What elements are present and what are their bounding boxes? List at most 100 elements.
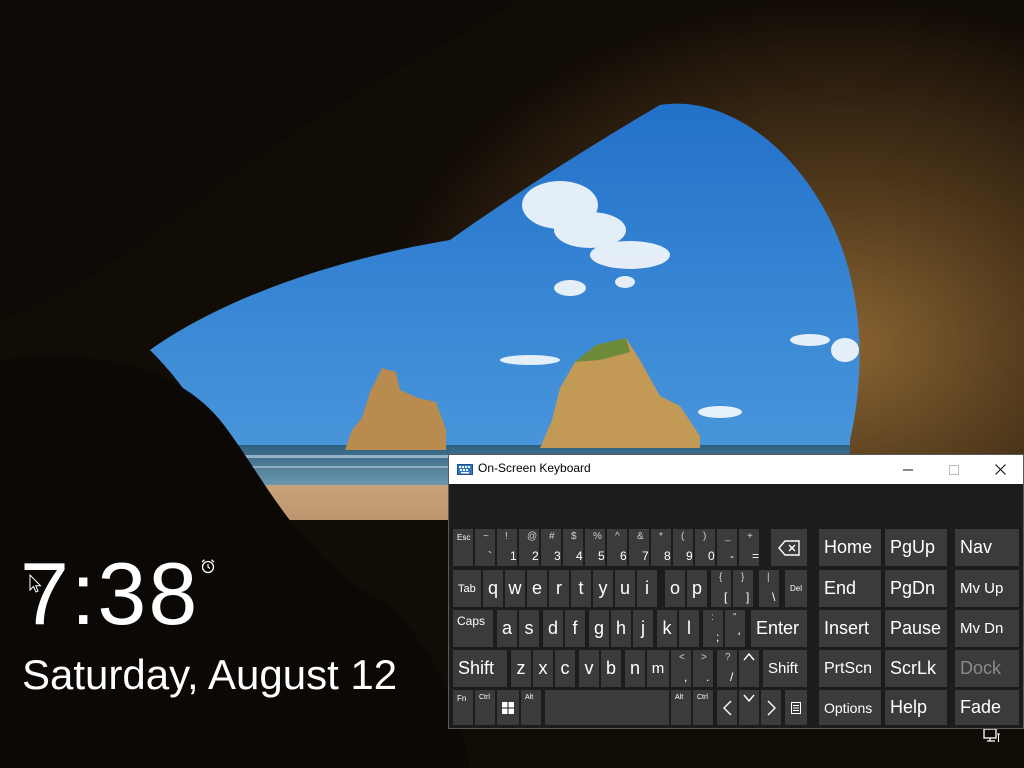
move-down-button[interactable]: Mv Dn [955,610,1019,647]
key-label: 0 [708,549,715,563]
key-e[interactable]: e [527,570,547,607]
key-9[interactable]: (9 [673,529,693,566]
key-right-bracket[interactable]: }] [733,570,753,607]
chevron-up-icon [743,653,755,661]
key-space[interactable] [545,690,669,725]
key-n[interactable]: n [625,650,645,687]
key-i[interactable]: i [637,570,657,607]
key-windows[interactable] [497,690,519,725]
key-home[interactable]: Home [819,529,881,566]
key-minus[interactable]: _ - [717,529,737,566]
key-label: 7 [642,549,649,563]
key-backslash[interactable]: | \ [759,570,779,607]
key-esc[interactable]: Esc [453,529,473,566]
key-pgup[interactable]: PgUp [885,529,947,566]
help-button[interactable]: Help [885,690,947,725]
nav-button[interactable]: Nav [955,529,1019,566]
key-shift-label: $ [571,531,577,542]
key-v[interactable]: v [579,650,599,687]
key-y[interactable]: y [593,570,613,607]
close-button[interactable] [977,455,1023,484]
key-3[interactable]: #3 [541,529,561,566]
key-6[interactable]: ^ 6 [607,529,627,566]
key-ctrl-right[interactable]: Ctrl [693,690,713,725]
key-label: n [629,658,640,678]
key-period[interactable]: >. [693,650,713,687]
key-alt-right[interactable]: Alt [671,690,691,725]
key-a[interactable]: a [497,610,517,647]
key-caps[interactable]: Caps [453,610,493,647]
key-shift-right[interactable]: Shift [763,650,807,687]
minimize-button[interactable] [885,455,931,484]
key-0[interactable]: ) 0 [695,529,715,566]
key-s[interactable]: s [519,610,539,647]
key-comma[interactable]: <, [671,650,691,687]
key-5[interactable]: % 5 [585,529,605,566]
key-4[interactable]: $4 [563,529,583,566]
maximize-button[interactable] [931,455,977,484]
network-icon[interactable] [983,728,1001,744]
key-8[interactable]: * 8 [651,529,671,566]
key-label: h [615,618,626,638]
key-label: i [645,578,649,598]
key-backtick[interactable]: ~ ` [475,529,495,566]
key-o[interactable]: o [665,570,685,607]
key-u[interactable]: u [615,570,635,607]
key-scrlk[interactable]: ScrLk [885,650,947,687]
key-t[interactable]: t [571,570,591,607]
key-equals[interactable]: + = [739,529,759,566]
on-screen-keyboard-window[interactable]: On-Screen Keyboard Esc ~ ` ! 1 @2 #3 $4 % 5… [449,455,1023,728]
key-insert[interactable]: Insert [819,610,881,647]
key-semicolon[interactable]: :; [703,610,723,647]
key-r[interactable]: r [549,570,569,607]
key-menu[interactable] [785,690,807,725]
key-label: t [578,578,584,598]
key-fn[interactable]: Fn [453,690,473,725]
key-tab[interactable]: Tab [453,570,481,607]
key-f[interactable]: f [565,610,585,647]
key-p[interactable]: p [687,570,707,607]
key-c[interactable]: c [555,650,575,687]
key-right-arrow[interactable] [761,690,781,725]
key-j[interactable]: j [633,610,653,647]
key-backspace[interactable] [771,529,807,566]
key-z[interactable]: z [511,650,531,687]
key-label: y [598,578,608,598]
key-left-bracket[interactable]: {[ [711,570,731,607]
key-h[interactable]: h [611,610,631,647]
key-pause[interactable]: Pause [885,610,947,647]
key-del[interactable]: Del [785,570,807,607]
key-slash[interactable]: ? / [717,650,737,687]
key-quote[interactable]: " ' [725,610,745,647]
key-g[interactable]: g [589,610,609,647]
key-w[interactable]: w [505,570,525,607]
key-alt-left[interactable]: Alt [521,690,541,725]
key-enter[interactable]: Enter [751,610,807,647]
key-b[interactable]: b [601,650,621,687]
key-ctrl-left[interactable]: Ctrl [475,690,495,725]
key-down-arrow[interactable] [739,690,759,725]
key-q[interactable]: q [483,570,503,607]
options-button[interactable]: Options [819,690,881,725]
key-end[interactable]: End [819,570,881,607]
key-label: j [641,618,645,638]
key-shift-left[interactable]: Shift [453,650,507,687]
fade-button[interactable]: Fade [955,690,1019,725]
key-left-arrow[interactable] [717,690,737,725]
key-up-arrow[interactable] [739,650,759,687]
move-up-button[interactable]: Mv Up [955,570,1019,607]
key-shift-label: * [659,531,663,542]
title-bar[interactable]: On-Screen Keyboard [449,455,1023,484]
key-label: 2 [532,549,539,563]
key-m[interactable]: m [647,650,669,687]
dock-button[interactable]: Dock [955,650,1019,687]
key-prtscn[interactable]: PrtScn [819,650,881,687]
key-x[interactable]: x [533,650,553,687]
key-2[interactable]: @2 [519,529,539,566]
key-k[interactable]: k [657,610,677,647]
key-l[interactable]: l [679,610,699,647]
key-pgdn[interactable]: PgDn [885,570,947,607]
key-d[interactable]: d [543,610,563,647]
key-1[interactable]: ! 1 [497,529,517,566]
key-7[interactable]: & 7 [629,529,649,566]
